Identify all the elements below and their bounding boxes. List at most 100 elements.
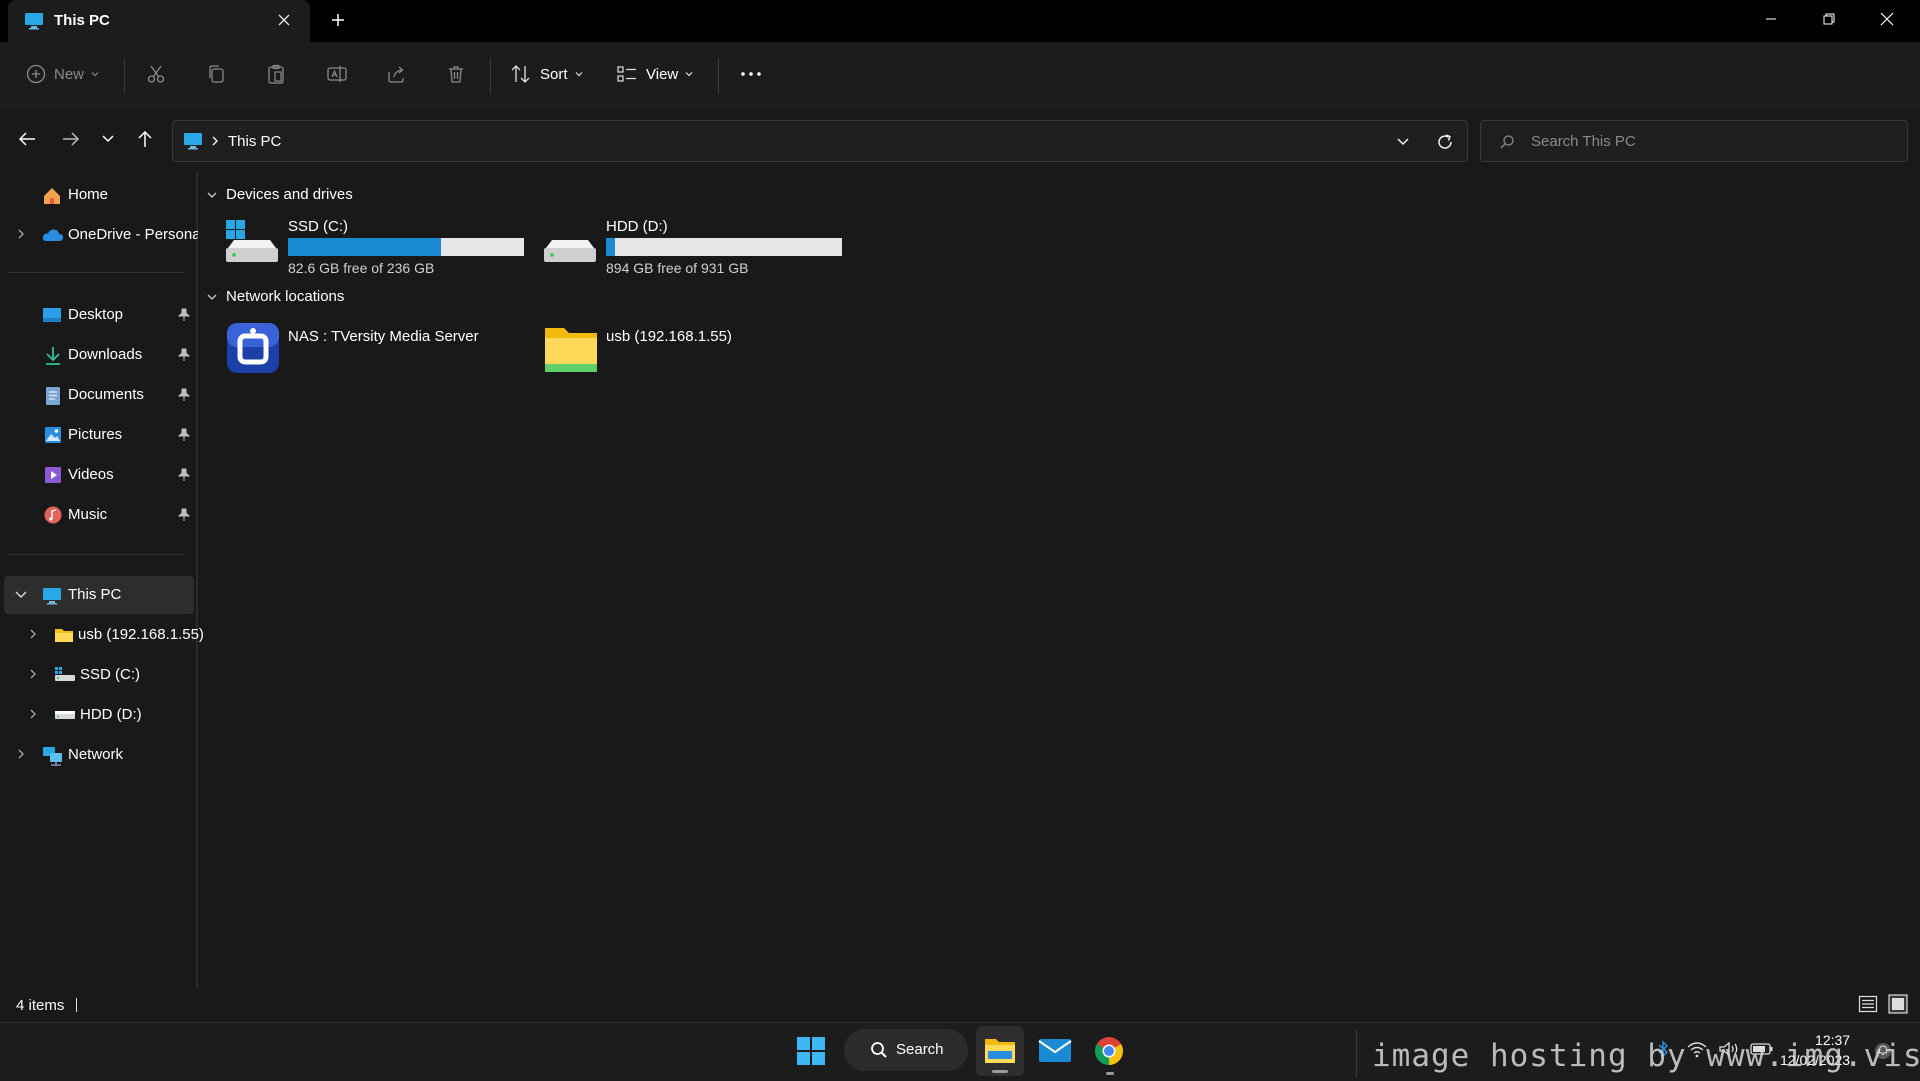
drive-name: HDD (D:) xyxy=(606,218,668,235)
drive-usage-bar xyxy=(606,238,842,256)
home-icon xyxy=(42,186,62,206)
sidebar-item-label: Documents xyxy=(68,386,144,403)
network-icon xyxy=(42,746,64,766)
chrome-icon[interactable] xyxy=(1094,1036,1124,1066)
sidebar-item-label: Desktop xyxy=(68,306,124,323)
new-button[interactable]: New xyxy=(26,64,100,84)
drive-tile-hdd[interactable]: HDD (D:) 894 GB free of 931 GB xyxy=(542,218,842,278)
monitor-icon xyxy=(24,12,44,30)
search-box[interactable]: Search This PC xyxy=(1480,120,1908,162)
sidebar-item-label: HDD (D:) xyxy=(80,706,142,723)
tab-title: This PC xyxy=(54,12,110,29)
drive-icon xyxy=(54,709,76,721)
plus-icon[interactable] xyxy=(330,12,346,28)
tiles-view-icon[interactable] xyxy=(1888,994,1908,1014)
paste-icon[interactable] xyxy=(266,64,286,84)
view-label: View xyxy=(646,65,679,83)
chevron-right-icon[interactable] xyxy=(28,628,38,640)
taskbar-app-file-explorer[interactable] xyxy=(976,1026,1024,1076)
mail-icon[interactable] xyxy=(1038,1036,1072,1064)
chevron-right-icon[interactable] xyxy=(28,708,38,720)
item-count: 4 items xyxy=(16,997,65,1014)
sidebar-item-label: Home xyxy=(68,186,109,203)
status-separator xyxy=(76,998,77,1012)
location-tile-usb[interactable]: usb (192.168.1.55) xyxy=(542,320,842,376)
restore-button[interactable] xyxy=(1800,0,1858,38)
forward-arrow-icon[interactable] xyxy=(60,128,82,150)
onedrive-cloud-icon xyxy=(42,228,64,242)
drive-free-space: 82.6 GB free of 236 GB xyxy=(288,260,435,276)
sort-button[interactable]: Sort xyxy=(510,64,584,84)
sidebar-item-label: OneDrive - Persona xyxy=(68,226,198,243)
sidebar-item-pictures[interactable]: Pictures xyxy=(4,416,194,454)
windows-start-icon[interactable] xyxy=(796,1036,826,1066)
sidebar-item-home[interactable]: Home xyxy=(4,176,194,214)
tab-this-pc[interactable]: This PC xyxy=(8,0,310,42)
sidebar-item-downloads[interactable]: Downloads xyxy=(4,336,194,374)
chevron-right-icon[interactable] xyxy=(16,748,26,760)
sidebar-item-desktop[interactable]: Desktop xyxy=(4,296,194,334)
sidebar-item-label: Network xyxy=(68,746,124,763)
breadcrumb-this-pc[interactable]: This PC xyxy=(228,133,281,150)
devices-section-header[interactable]: Devices and drives xyxy=(206,186,353,203)
sidebar-item-documents[interactable]: Documents xyxy=(4,376,194,414)
back-arrow-icon[interactable] xyxy=(16,128,38,150)
sidebar-item-network[interactable]: Network xyxy=(4,736,194,774)
pin-icon xyxy=(178,348,190,362)
drive-tile-ssd[interactable]: SSD (C:) 82.6 GB free of 236 GB xyxy=(224,218,524,278)
chevron-right-icon[interactable] xyxy=(28,668,38,680)
address-bar[interactable]: This PC xyxy=(172,120,1468,162)
monitor-icon xyxy=(42,587,62,605)
chevron-down-icon xyxy=(206,190,218,200)
breadcrumb-chevron-icon[interactable] xyxy=(211,135,219,147)
pin-icon xyxy=(178,468,190,482)
location-tile-nas[interactable]: NAS : TVersity Media Server xyxy=(224,320,524,376)
sidebar-item-label: Downloads xyxy=(68,346,143,363)
sidebar-item-music[interactable]: Music xyxy=(4,496,194,534)
up-arrow-icon[interactable] xyxy=(134,128,156,150)
sidebar-item-this-pc[interactable]: This PC xyxy=(4,576,194,614)
network-section-header[interactable]: Network locations xyxy=(206,288,344,305)
music-icon xyxy=(44,506,62,524)
close-icon xyxy=(1880,12,1894,26)
drive-icon xyxy=(542,218,598,266)
chevron-down-icon[interactable] xyxy=(14,590,28,600)
cut-icon[interactable] xyxy=(146,64,166,84)
navigation-pane: Home OneDrive - Persona Desktop Download… xyxy=(0,172,204,988)
address-history-chevron-icon[interactable] xyxy=(1395,135,1411,149)
rename-icon[interactable] xyxy=(326,64,348,84)
location-name: NAS : TVersity Media Server xyxy=(288,328,479,345)
copy-icon[interactable] xyxy=(206,64,226,84)
close-tab-icon[interactable] xyxy=(276,12,292,28)
chevron-right-icon[interactable] xyxy=(16,228,26,240)
location-name: usb (192.168.1.55) xyxy=(606,328,732,345)
command-bar: New Sort View xyxy=(0,42,1920,111)
close-window-button[interactable] xyxy=(1858,0,1916,38)
taskbar-search-button[interactable]: Search xyxy=(844,1029,968,1071)
desktop-icon xyxy=(42,306,62,324)
sidebar-item-ssd[interactable]: SSD (C:) xyxy=(4,656,194,694)
toolbar-separator xyxy=(718,58,719,94)
details-view-icon[interactable] xyxy=(1858,994,1878,1014)
drive-usage-bar xyxy=(288,238,524,256)
delete-icon[interactable] xyxy=(446,64,466,84)
sidebar-item-videos[interactable]: Videos xyxy=(4,456,194,494)
view-button[interactable]: View xyxy=(616,64,694,84)
share-icon[interactable] xyxy=(386,64,406,84)
chevron-down-icon xyxy=(90,69,100,79)
toolbar-separator xyxy=(490,58,491,94)
sidebar-item-usb[interactable]: usb (192.168.1.55) xyxy=(4,616,204,654)
file-explorer-icon xyxy=(984,1036,1016,1064)
more-icon[interactable] xyxy=(740,64,762,84)
download-icon xyxy=(44,346,62,366)
chevron-down-icon xyxy=(206,292,218,302)
sidebar-item-onedrive[interactable]: OneDrive - Persona xyxy=(4,216,198,254)
section-title: Devices and drives xyxy=(226,186,353,203)
sidebar-item-hdd[interactable]: HDD (D:) xyxy=(4,696,194,734)
search-icon xyxy=(1499,134,1515,150)
sidebar-divider xyxy=(8,554,184,555)
refresh-icon[interactable] xyxy=(1435,132,1455,152)
minimize-button[interactable] xyxy=(1742,0,1800,38)
drive-free-space: 894 GB free of 931 GB xyxy=(606,260,749,276)
recent-locations-chevron-icon[interactable] xyxy=(100,132,116,146)
